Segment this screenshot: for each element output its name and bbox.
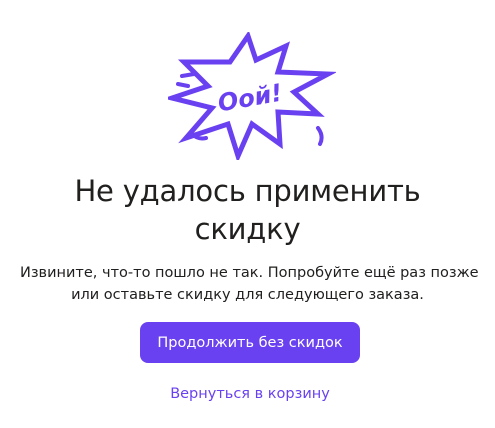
description-line-2: или оставьте скидку для следующего заказ… (71, 287, 424, 303)
error-description: Извините, что-то пошло не так. Попробуйт… (20, 262, 479, 306)
oops-burst-icon: Оой! (163, 30, 338, 164)
description-line-1: Извините, что-то пошло не так. Попробуйт… (20, 265, 479, 281)
title-line-2: скидку (194, 212, 301, 246)
discount-error-dialog: Оой! Не удалось применить скидку Извинит… (0, 0, 495, 428)
continue-without-discount-button[interactable]: Продолжить без скидок (140, 322, 360, 363)
back-to-cart-link[interactable]: Вернуться в корзину (140, 380, 360, 408)
title-line-1: Не удалось применить (74, 174, 421, 208)
page-title: Не удалось применить скидку (0, 172, 495, 248)
